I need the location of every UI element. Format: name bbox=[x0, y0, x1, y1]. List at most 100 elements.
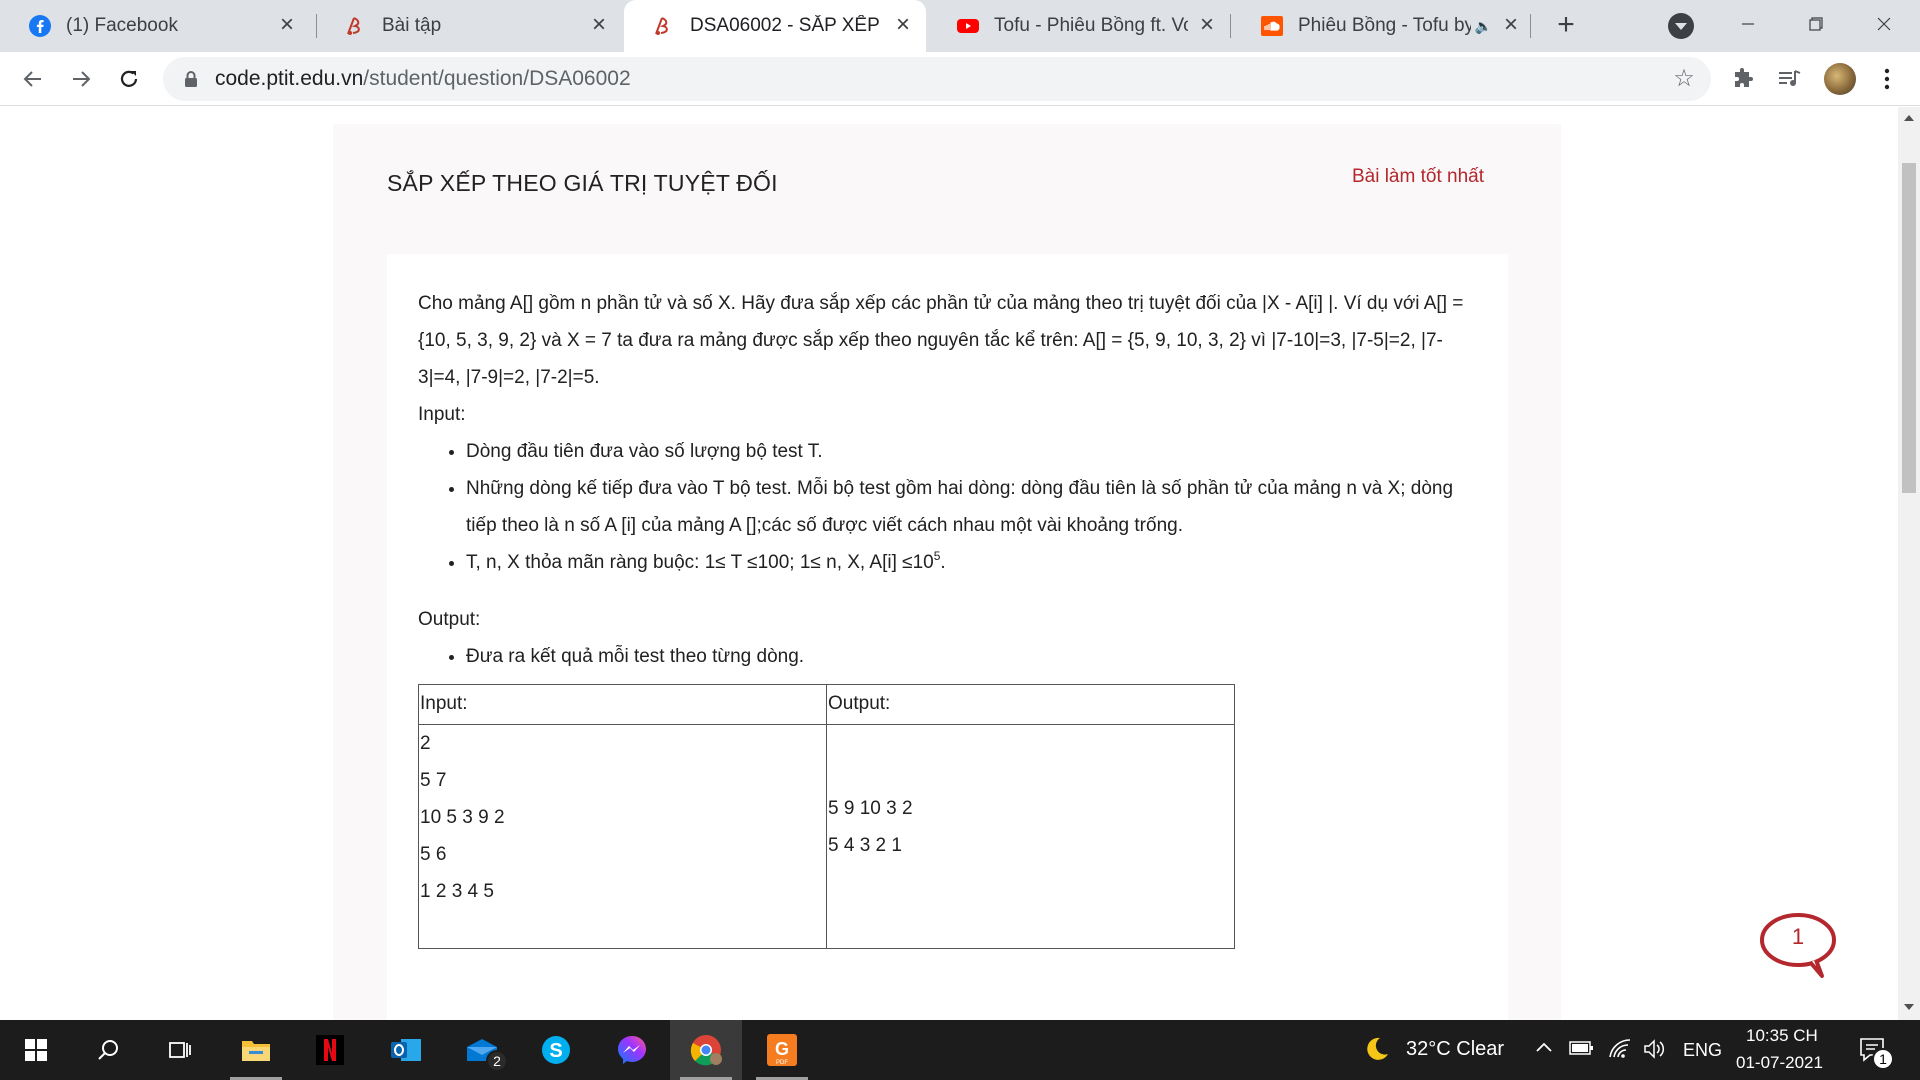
input-line: 2 bbox=[420, 733, 431, 754]
close-icon[interactable]: × bbox=[1196, 13, 1218, 37]
minimize-button[interactable] bbox=[1728, 8, 1768, 40]
example-output-cell: 5 9 10 3 2 5 4 3 2 1 bbox=[826, 724, 1235, 949]
output-line: 5 9 10 3 2 bbox=[828, 797, 913, 819]
windows-taskbar: 2 S G PDF 32°C Clear ENG 10:35 CH 01-07-2… bbox=[0, 1020, 1920, 1080]
more-menu-icon[interactable] bbox=[1872, 64, 1902, 94]
notification-center-icon[interactable]: 1 bbox=[1858, 1036, 1894, 1070]
close-icon[interactable]: × bbox=[892, 13, 914, 37]
input-line: 1 2 3 4 5 bbox=[420, 881, 494, 902]
tab-title: Tofu - Phiêu Bồng ft. VoVa bbox=[994, 15, 1188, 36]
tab-title: (1) Facebook bbox=[66, 15, 178, 36]
table-row: 2 5 7 10 5 3 9 2 5 6 1 2 3 4 5 5 9 10 3 … bbox=[418, 724, 1235, 949]
profile-avatar[interactable] bbox=[1824, 63, 1856, 95]
input-heading: Input: bbox=[418, 404, 466, 425]
task-view-icon[interactable] bbox=[144, 1020, 216, 1080]
url-text: code.ptit.edu.vn/student/question/DSA060… bbox=[215, 67, 631, 91]
list-item: T, n, X thỏa mãn ràng buộc: 1≤ T ≤100; 1… bbox=[466, 544, 1478, 581]
tab-divider bbox=[1230, 14, 1231, 38]
output-line: 5 4 3 2 1 bbox=[828, 834, 902, 856]
volume-icon[interactable] bbox=[1642, 1038, 1666, 1065]
back-button[interactable] bbox=[16, 62, 50, 96]
mail-icon[interactable]: 2 bbox=[446, 1020, 518, 1080]
bookmark-star-icon[interactable]: ☆ bbox=[1671, 66, 1697, 92]
list-item: Đưa ra kết quả mỗi test theo từng dòng. bbox=[466, 638, 1478, 675]
example-io-table: Input: Output: 2 5 7 10 5 3 9 2 5 6 1 2 … bbox=[418, 684, 1235, 949]
start-button[interactable] bbox=[0, 1020, 72, 1080]
output-heading: Output: bbox=[418, 609, 481, 630]
language-indicator[interactable]: ENG bbox=[1683, 1040, 1722, 1061]
svg-text:G: G bbox=[775, 1039, 789, 1059]
search-icon[interactable] bbox=[72, 1020, 144, 1080]
close-icon[interactable]: × bbox=[276, 13, 298, 37]
new-tab-button[interactable]: + bbox=[1550, 10, 1582, 42]
show-hidden-icons-chevron-icon[interactable] bbox=[1534, 1040, 1554, 1059]
facebook-icon bbox=[28, 14, 52, 38]
constraint-text: T, n, X thỏa mãn ràng buộc: 1≤ T ≤100; 1… bbox=[466, 552, 934, 573]
battery-icon[interactable] bbox=[1568, 1039, 1596, 1064]
notification-badge: 1 bbox=[1872, 1048, 1894, 1070]
ptit-icon bbox=[344, 14, 368, 38]
constraint-suffix: . bbox=[940, 552, 946, 573]
tab-dsa06002[interactable]: DSA06002 - SẮP XẾP THEO × bbox=[624, 0, 926, 52]
file-explorer-icon[interactable] bbox=[220, 1020, 292, 1080]
tab-divider bbox=[1530, 14, 1531, 38]
audio-playing-icon[interactable]: 🔈 bbox=[1475, 18, 1492, 35]
tab-soundcloud[interactable]: Phiêu Bồng - Tofu by 🔈 × bbox=[1232, 0, 1534, 52]
output-column-header: Output: bbox=[826, 684, 1235, 725]
best-submission-link[interactable]: Bài làm tốt nhất bbox=[1352, 166, 1484, 188]
soundcloud-icon bbox=[1260, 14, 1284, 38]
scroll-up-arrow[interactable] bbox=[1904, 115, 1914, 121]
url-host: code.ptit.edu.vn bbox=[215, 67, 364, 90]
pdf-app-icon[interactable]: G PDF bbox=[746, 1020, 818, 1080]
forward-button[interactable] bbox=[64, 62, 98, 96]
weather-moon-icon[interactable] bbox=[1362, 1035, 1390, 1063]
mail-badge: 2 bbox=[486, 1050, 508, 1072]
page-scrollbar[interactable] bbox=[1898, 107, 1920, 1020]
tab-search-button[interactable] bbox=[1668, 13, 1694, 39]
tab-title: Phiêu Bồng - Tofu by bbox=[1298, 15, 1471, 36]
input-spec-list: Dòng đầu tiên đưa vào số lượng bộ test T… bbox=[418, 433, 1478, 581]
page-viewport: SẮP XẾP THEO GIÁ TRỊ TUYỆT ĐỐI Bài làm t… bbox=[0, 107, 1898, 1020]
outlook-icon[interactable] bbox=[370, 1020, 442, 1080]
input-column-header: Input: bbox=[418, 684, 827, 725]
reload-button[interactable] bbox=[112, 62, 146, 96]
chat-bubble-icon[interactable]: 1 bbox=[1760, 910, 1840, 980]
lock-icon[interactable] bbox=[181, 69, 201, 89]
tab-title: DSA06002 - SẮP XẾP THEO bbox=[690, 15, 884, 36]
weather-text[interactable]: 32°C Clear bbox=[1406, 1038, 1504, 1061]
url-path: /student/question/DSA06002 bbox=[363, 67, 631, 90]
restore-button[interactable] bbox=[1796, 8, 1836, 40]
input-line: 10 5 3 9 2 bbox=[420, 807, 505, 828]
messenger-icon[interactable] bbox=[596, 1020, 668, 1080]
tab-facebook[interactable]: (1) Facebook × bbox=[0, 0, 310, 52]
skype-icon[interactable]: S bbox=[520, 1020, 592, 1080]
wifi-icon[interactable] bbox=[1608, 1038, 1632, 1065]
problem-description: Cho mảng A[] gồm n phần tử và số X. Hãy … bbox=[418, 293, 1464, 388]
scroll-thumb[interactable] bbox=[1902, 163, 1916, 493]
netflix-icon[interactable] bbox=[294, 1020, 366, 1080]
input-line: 5 6 bbox=[420, 844, 447, 865]
chat-count: 1 bbox=[1792, 924, 1804, 949]
example-input-lines: 2 5 7 10 5 3 9 2 5 6 1 2 3 4 5 bbox=[420, 725, 826, 910]
chrome-icon[interactable] bbox=[670, 1020, 742, 1080]
tab-youtube[interactable]: Tofu - Phiêu Bồng ft. VoVa × bbox=[928, 0, 1230, 52]
page-title: SẮP XẾP THEO GIÁ TRỊ TUYỆT ĐỐI bbox=[387, 170, 778, 196]
scroll-down-arrow[interactable] bbox=[1904, 1004, 1914, 1010]
problem-statement: Cho mảng A[] gồm n phần tử và số X. Hãy … bbox=[418, 285, 1478, 675]
clock-date[interactable]: 01-07-2021 bbox=[1736, 1053, 1823, 1073]
close-icon[interactable]: × bbox=[588, 13, 610, 37]
input-line: 5 7 bbox=[420, 770, 447, 791]
close-window-button[interactable] bbox=[1864, 8, 1904, 40]
media-control-icon[interactable] bbox=[1774, 64, 1804, 94]
youtube-icon bbox=[956, 14, 980, 38]
clock-time[interactable]: 10:35 CH bbox=[1746, 1026, 1818, 1046]
example-input-cell: 2 5 7 10 5 3 9 2 5 6 1 2 3 4 5 bbox=[418, 724, 827, 949]
close-icon[interactable]: × bbox=[1500, 13, 1522, 37]
address-bar[interactable]: code.ptit.edu.vn/student/question/DSA060… bbox=[163, 57, 1711, 101]
list-item: Những dòng kế tiếp đưa vào T bộ test. Mỗ… bbox=[466, 470, 1478, 544]
tab-bai-tap[interactable]: Bài tập × bbox=[316, 0, 622, 52]
tab-strip: (1) Facebook × Bài tập × DSA06002 - SẮP … bbox=[0, 0, 1920, 52]
example-output-lines: 5 9 10 3 2 5 4 3 2 1 bbox=[828, 790, 1234, 864]
svg-text:PDF: PDF bbox=[776, 1060, 788, 1066]
extensions-puzzle-icon[interactable] bbox=[1728, 64, 1758, 94]
